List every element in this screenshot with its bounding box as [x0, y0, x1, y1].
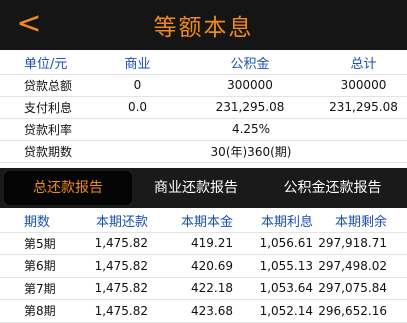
schedule-cell: 296,652.16 [313, 299, 407, 323]
period-value: 30(年)360(期) [95, 140, 407, 163]
summary-row-rate: 贷款利率 4.25% [0, 118, 407, 141]
report-tab-bar: 总还款报告 商业还款报告 公积金还款报告 [0, 168, 407, 208]
schedule-cell: 422.18 [148, 277, 233, 300]
summary-cell: 231,295.08 [180, 96, 320, 119]
schedule-cell: 297,498.02 [313, 254, 407, 278]
summary-cell: 0.0 [95, 96, 180, 119]
schedule-cell: 第7期 [0, 277, 70, 300]
title-bar: < 等额本息 [0, 0, 407, 50]
schedule-header-payment: 本期还款 [70, 210, 148, 233]
schedule-cell: 297,918.71 [313, 232, 407, 255]
tab-provident-report[interactable]: 公积金还款报告 [260, 168, 405, 208]
schedule-cell: 1,475.82 [70, 299, 148, 323]
tab-total-report[interactable]: 总还款报告 [4, 171, 132, 205]
summary-header-unit: 单位/元 [0, 52, 95, 75]
schedule-cell: 420.69 [148, 254, 233, 278]
schedule-cell: 1,475.82 [70, 254, 148, 278]
schedule-cell: 1,055.13 [233, 254, 313, 278]
schedule-cell: 1,053.64 [233, 277, 313, 300]
summary-header-row: 单位/元 商业 公积金 总计 [0, 52, 407, 75]
summary-row-label: 支付利息 [0, 96, 95, 119]
summary-cell: 231,295.08 [320, 96, 407, 119]
table-row: 第6期 1,475.82 420.69 1,055.13 297,498.02 [0, 254, 407, 278]
summary-row-label: 贷款利率 [0, 118, 95, 141]
summary-row-label: 贷款总额 [0, 74, 95, 97]
summary-row-period: 贷款期数 30(年)360(期) [0, 140, 407, 163]
schedule-cell: 第5期 [0, 232, 70, 255]
schedule-cell: 1,475.82 [70, 277, 148, 300]
summary-cell: 300000 [180, 74, 320, 97]
summary-header-commercial: 商业 [95, 52, 180, 75]
summary-row-interest: 支付利息 0.0 231,295.08 231,295.08 [0, 96, 407, 119]
schedule-cell: 1,052.14 [233, 299, 313, 323]
schedule-cell: 297,075.84 [313, 277, 407, 300]
table-row: 第8期 1,475.82 423.68 1,052.14 296,652.16 [0, 299, 407, 323]
schedule-cell: 第8期 [0, 299, 70, 323]
summary-header-total: 总计 [320, 52, 407, 75]
schedule-cell: 423.68 [148, 299, 233, 323]
table-row: 第5期 1,475.82 419.21 1,056.61 297,918.71 [0, 232, 407, 255]
page-title: 等额本息 [153, 15, 254, 41]
schedule-header-remaining: 本期剩余 [313, 210, 407, 233]
schedule-cell: 1,056.61 [233, 232, 313, 255]
summary-row-label: 贷款期数 [0, 140, 95, 163]
table-row: 第7期 1,475.82 422.18 1,053.64 297,075.84 [0, 277, 407, 300]
summary-header-provident: 公积金 [180, 52, 320, 75]
schedule-header-interest: 本期利息 [233, 210, 313, 233]
repayment-schedule-table: 期数 本期还款 本期本金 本期利息 本期剩余 第5期 1,475.82 419.… [0, 210, 407, 323]
summary-table: 单位/元 商业 公积金 总计 贷款总额 0 300000 300000 支付利息… [0, 52, 407, 163]
summary-cell: 300000 [320, 74, 407, 97]
schedule-cell: 419.21 [148, 232, 233, 255]
summary-row-loan-amount: 贷款总额 0 300000 300000 [0, 74, 407, 97]
tab-commercial-report[interactable]: 商业还款报告 [132, 168, 260, 208]
schedule-header-principal: 本期本金 [148, 210, 233, 233]
schedule-cell: 1,475.82 [70, 232, 148, 255]
back-arrow-icon[interactable]: < [14, 6, 44, 42]
summary-cell: 0 [95, 74, 180, 97]
rate-value: 4.25% [95, 118, 407, 141]
schedule-header-period: 期数 [0, 210, 70, 233]
schedule-cell: 第6期 [0, 254, 70, 278]
schedule-header-row: 期数 本期还款 本期本金 本期利息 本期剩余 [0, 210, 407, 233]
